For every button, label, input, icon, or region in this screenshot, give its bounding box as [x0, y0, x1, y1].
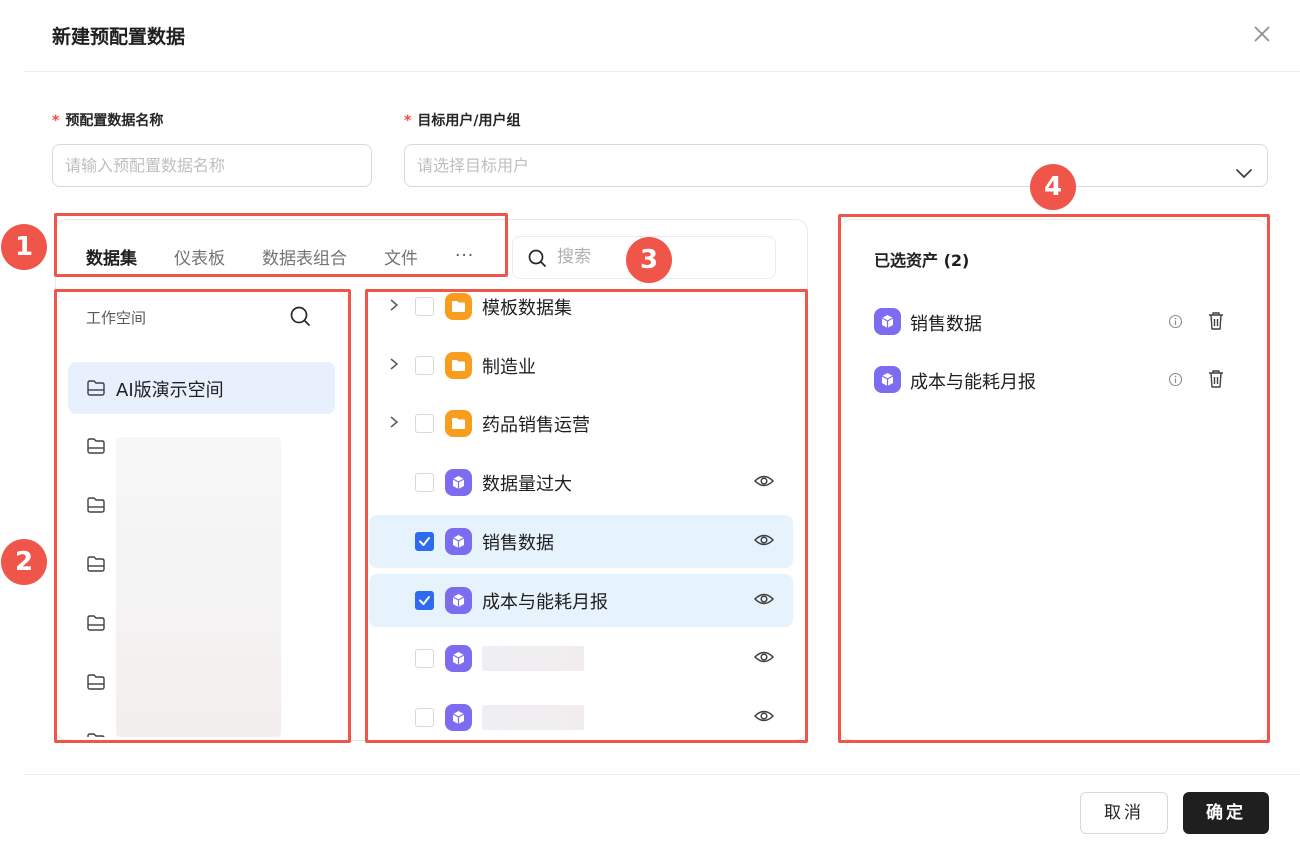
header-divider: [24, 71, 1300, 72]
search-icon: [528, 249, 546, 267]
asset-type-tabs: 数据集 仪表板 数据表组合 文件 ···: [56, 235, 474, 277]
list-item[interactable]: [369, 691, 793, 737]
list-item-label: 药品销售运营: [482, 415, 590, 436]
workspace-folder-icon: [87, 556, 105, 572]
tab-dataset[interactable]: 数据集: [86, 244, 137, 269]
list-item-label: 成本与能耗月报: [482, 592, 608, 613]
confirm-button[interactable]: 确定: [1183, 792, 1269, 834]
cancel-button[interactable]: 取消: [1080, 792, 1168, 834]
annotation-marker-2: 2: [1, 539, 47, 585]
folder-icon: [445, 410, 472, 437]
eye-icon[interactable]: [753, 708, 775, 728]
list-item[interactable]: 药品销售运营: [369, 397, 793, 450]
selected-asset-item: 成本与能耗月报: [874, 365, 1234, 395]
list-item-label: 数据量过大: [482, 474, 572, 495]
chevron-right-icon[interactable]: [387, 297, 401, 317]
selected-asset-item: 销售数据: [874, 307, 1234, 337]
target-user-select[interactable]: 请选择目标用户: [404, 144, 1268, 187]
dataset-cube-icon: [445, 645, 472, 672]
item-checkbox[interactable]: [415, 708, 434, 727]
eye-icon[interactable]: [753, 591, 775, 611]
list-item[interactable]: [369, 632, 793, 685]
item-checkbox[interactable]: [415, 649, 434, 668]
target-user-placeholder: 请选择目标用户: [417, 156, 530, 175]
workspace-item-label: AI版演示空间: [116, 380, 224, 401]
required-mark: *: [404, 113, 412, 129]
dataset-cube-icon: [874, 366, 901, 393]
target-field-label: * 目标用户/用户组: [404, 110, 520, 130]
item-checkbox-checked[interactable]: [415, 591, 434, 610]
chevron-right-icon[interactable]: [387, 414, 401, 434]
folder-icon: [445, 293, 472, 320]
workspace-folder-icon: [87, 497, 105, 513]
workspace-folder-icon: [87, 674, 105, 690]
selected-asset-label: 销售数据: [910, 314, 982, 335]
dataset-cube-icon: [445, 704, 472, 731]
workspace-search-icon[interactable]: [289, 305, 311, 331]
name-label-text: 预配置数据名称: [65, 113, 164, 129]
list-item-label: 销售数据: [482, 533, 554, 554]
workspace-folder-icon: [87, 380, 105, 396]
chevron-down-icon: [1235, 157, 1253, 178]
eye-icon[interactable]: [753, 649, 775, 669]
blurred-item-name: [482, 646, 584, 671]
dataset-cube-icon: [445, 587, 472, 614]
list-item[interactable]: 模板数据集: [369, 280, 793, 333]
workspace-title: 工作空间: [86, 309, 147, 327]
item-checkbox[interactable]: [415, 473, 434, 492]
item-checkbox[interactable]: [415, 414, 434, 433]
annotation-marker-3: 3: [626, 237, 672, 283]
workspace-item-ai-demo[interactable]: AI版演示空间: [68, 362, 335, 414]
list-item-label: 模板数据集: [482, 298, 572, 319]
name-field-label: * 预配置数据名称: [52, 110, 163, 130]
dataset-cube-icon: [445, 469, 472, 496]
tab-file[interactable]: 文件: [384, 244, 418, 269]
new-preconfig-dialog: 新建预配置数据 * 预配置数据名称 * 目标用户/用户组 请输入预配置数据名称 请选…: [0, 0, 1300, 846]
folder-icon: [445, 352, 472, 379]
selected-asset-label: 成本与能耗月报: [910, 372, 1036, 393]
more-tabs-button[interactable]: ···: [455, 246, 474, 266]
selected-assets-panel: [840, 219, 1268, 741]
info-icon[interactable]: [1168, 314, 1183, 333]
list-item[interactable]: 销售数据: [369, 515, 793, 568]
selected-assets-title: 已选资产 (2): [874, 251, 970, 270]
item-checkbox[interactable]: [415, 356, 434, 375]
required-mark: *: [52, 113, 60, 129]
annotation-marker-4: 4: [1030, 164, 1076, 210]
workspace-folder-icon: [87, 615, 105, 631]
workspace-folder-icon: [87, 733, 105, 737]
blurred-item-name: [482, 705, 584, 730]
chevron-right-icon[interactable]: [387, 356, 401, 376]
info-icon[interactable]: [1168, 372, 1183, 391]
dataset-cube-icon: [874, 308, 901, 335]
list-item[interactable]: 制造业: [369, 339, 793, 392]
trash-icon[interactable]: [1207, 369, 1225, 393]
tab-dashboard[interactable]: 仪表板: [174, 244, 225, 269]
close-icon[interactable]: [1252, 24, 1272, 44]
eye-icon[interactable]: [753, 473, 775, 493]
search-placeholder: 搜索: [557, 247, 591, 267]
eye-icon[interactable]: [753, 532, 775, 552]
item-checkbox[interactable]: [415, 297, 434, 316]
workspace-folder-icon: [87, 438, 105, 454]
list-item[interactable]: 成本与能耗月报: [369, 574, 793, 627]
list-item-label: 制造业: [482, 357, 536, 378]
target-label-text: 目标用户/用户组: [417, 113, 521, 129]
name-input[interactable]: 请输入预配置数据名称: [52, 144, 372, 187]
footer-divider: [24, 774, 1300, 775]
item-checkbox-checked[interactable]: [415, 532, 434, 551]
list-item[interactable]: 数据量过大: [369, 456, 793, 509]
trash-icon[interactable]: [1207, 311, 1225, 335]
dialog-title: 新建预配置数据: [52, 26, 186, 48]
dataset-cube-icon: [445, 528, 472, 555]
annotation-marker-1: 1: [1, 224, 47, 270]
blurred-workspace-names: [116, 437, 281, 737]
tab-table-combo[interactable]: 数据表组合: [262, 244, 347, 269]
